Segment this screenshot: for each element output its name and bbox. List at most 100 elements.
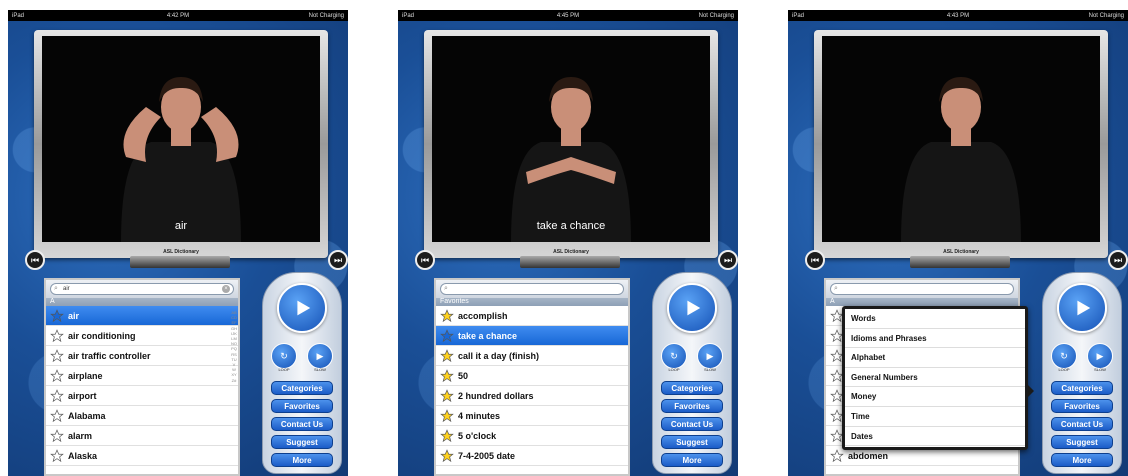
star-icon[interactable] xyxy=(50,448,64,463)
play-icon xyxy=(297,300,311,316)
loop-label: LOOP xyxy=(278,367,290,372)
list-item-label: Alaska xyxy=(68,450,98,461)
remote-button-more[interactable]: More xyxy=(271,453,333,467)
video-screen[interactable]: take a chance xyxy=(432,36,710,242)
list-item[interactable]: 5 o'clock xyxy=(436,426,628,446)
category-item[interactable]: Alphabet xyxy=(845,348,1025,368)
star-icon[interactable] xyxy=(50,348,64,363)
list-item-label: 50 xyxy=(458,370,469,381)
list-item-label: air conditioning xyxy=(68,330,136,341)
list-item[interactable]: airplane xyxy=(46,366,238,386)
remote-button-categories[interactable]: Categories xyxy=(271,381,333,395)
play-button[interactable] xyxy=(277,283,327,333)
remote-button-suggest[interactable]: Suggest xyxy=(271,435,333,449)
sign-caption: air xyxy=(174,220,188,232)
play-button[interactable] xyxy=(667,283,717,333)
category-item[interactable]: Words xyxy=(845,309,1025,329)
tv-brand-label: ASL Dictionary xyxy=(553,249,589,255)
list-item[interactable]: alarm xyxy=(46,426,238,446)
list-item[interactable]: 4 minutes xyxy=(436,406,628,426)
star-icon[interactable] xyxy=(440,368,454,383)
remote-button-contact-us[interactable]: Contact Us xyxy=(271,417,333,431)
previous-button[interactable]: ⏮ xyxy=(415,250,435,270)
list-item[interactable]: accomplish xyxy=(436,306,628,326)
clear-icon[interactable]: × xyxy=(222,285,230,293)
star-icon[interactable] xyxy=(440,308,454,323)
list-item[interactable]: call it a day (finish) xyxy=(436,346,628,366)
list-item-label: 7-4-2005 date xyxy=(458,450,516,461)
star-icon[interactable] xyxy=(440,328,454,343)
next-button[interactable]: ⏭ xyxy=(1108,250,1128,270)
word-list[interactable]: ⌕ air × Aair air conditioning air traffic con… xyxy=(44,278,240,476)
list-item[interactable]: take a chance xyxy=(436,326,628,346)
tv-stand xyxy=(910,256,1010,268)
list-item[interactable]: air traffic controller xyxy=(46,346,238,366)
video-screen[interactable]: air xyxy=(42,36,320,242)
next-button[interactable]: ⏭ xyxy=(718,250,738,270)
remote-button-categories[interactable]: Categories xyxy=(1051,381,1113,395)
status-time: 4:43 PM xyxy=(946,12,970,19)
list-item[interactable]: Alaska xyxy=(46,446,238,466)
next-button[interactable]: ⏭ xyxy=(328,250,348,270)
category-item[interactable]: Time xyxy=(845,407,1025,427)
remote-button-more[interactable]: More xyxy=(661,453,723,467)
list-item[interactable]: 2 hundred dollars xyxy=(436,386,628,406)
star-icon[interactable] xyxy=(440,448,454,463)
category-item[interactable]: Money xyxy=(845,387,1025,407)
list-item[interactable]: 7-4-2005 date xyxy=(436,446,628,466)
star-icon[interactable] xyxy=(440,408,454,423)
list-item[interactable]: Alabama xyxy=(46,406,238,426)
remote-button-favorites[interactable]: Favorites xyxy=(1051,399,1113,413)
remote-button-suggest[interactable]: Suggest xyxy=(1051,435,1113,449)
slow-button[interactable]: ▶ xyxy=(1087,343,1113,369)
status-time: 4:42 PM xyxy=(166,12,190,19)
loop-button[interactable]: ↻ xyxy=(661,343,687,369)
play-icon xyxy=(687,300,701,316)
category-item[interactable]: General Numbers xyxy=(845,368,1025,388)
remote-button-suggest[interactable]: Suggest xyxy=(661,435,723,449)
list-item[interactable]: airport xyxy=(46,386,238,406)
loop-button[interactable]: ↻ xyxy=(271,343,297,369)
star-icon[interactable] xyxy=(830,448,844,463)
previous-button[interactable]: ⏮ xyxy=(25,250,45,270)
search-input[interactable]: ⌕ xyxy=(440,283,624,295)
tv-stand xyxy=(130,256,230,268)
video-player-frame: ASL Dictionary xyxy=(814,30,1108,258)
remote-button-contact-us[interactable]: Contact Us xyxy=(661,417,723,431)
list-item[interactable]: air xyxy=(46,306,238,326)
star-icon[interactable] xyxy=(440,388,454,403)
remote-button-more[interactable]: More xyxy=(1051,453,1113,467)
device-label: iPad xyxy=(792,12,805,19)
remote-button-categories[interactable]: Categories xyxy=(661,381,723,395)
section-header: A xyxy=(46,298,238,306)
video-screen[interactable] xyxy=(822,36,1100,242)
star-icon[interactable] xyxy=(50,428,64,443)
list-item-label: air traffic controller xyxy=(68,350,151,361)
star-icon[interactable] xyxy=(50,308,64,323)
loop-button[interactable]: ↻ xyxy=(1051,343,1077,369)
play-button[interactable] xyxy=(1057,283,1107,333)
category-item[interactable]: Idioms and Phrases xyxy=(845,329,1025,349)
loop-label: LOOP xyxy=(668,367,680,372)
word-list[interactable]: ⌕ Favorites accomplish take a chance call it… xyxy=(434,278,630,476)
star-icon[interactable] xyxy=(50,408,64,423)
slow-button[interactable]: ▶ xyxy=(697,343,723,369)
star-icon[interactable] xyxy=(50,328,64,343)
star-icon[interactable] xyxy=(50,388,64,403)
remote-button-contact-us[interactable]: Contact Us xyxy=(1051,417,1113,431)
previous-button[interactable]: ⏮ xyxy=(805,250,825,270)
list-item-label: Alabama xyxy=(68,410,106,421)
slow-button[interactable]: ▶ xyxy=(307,343,333,369)
star-icon[interactable] xyxy=(50,368,64,383)
star-icon[interactable] xyxy=(440,428,454,443)
remote-button-favorites[interactable]: Favorites xyxy=(661,399,723,413)
list-item[interactable]: air conditioning xyxy=(46,326,238,346)
star-icon[interactable] xyxy=(440,348,454,363)
list-item[interactable]: 50 xyxy=(436,366,628,386)
sign-caption: take a chance xyxy=(536,220,606,232)
alphabet-index[interactable]: ABCDEFGHIJKLMNOPQRSTUVWXYZ# xyxy=(231,310,237,383)
search-input[interactable]: ⌕ air × xyxy=(50,283,234,295)
category-item[interactable]: Dates xyxy=(845,427,1025,447)
remote-button-favorites[interactable]: Favorites xyxy=(271,399,333,413)
search-input[interactable]: ⌕ xyxy=(830,283,1014,295)
